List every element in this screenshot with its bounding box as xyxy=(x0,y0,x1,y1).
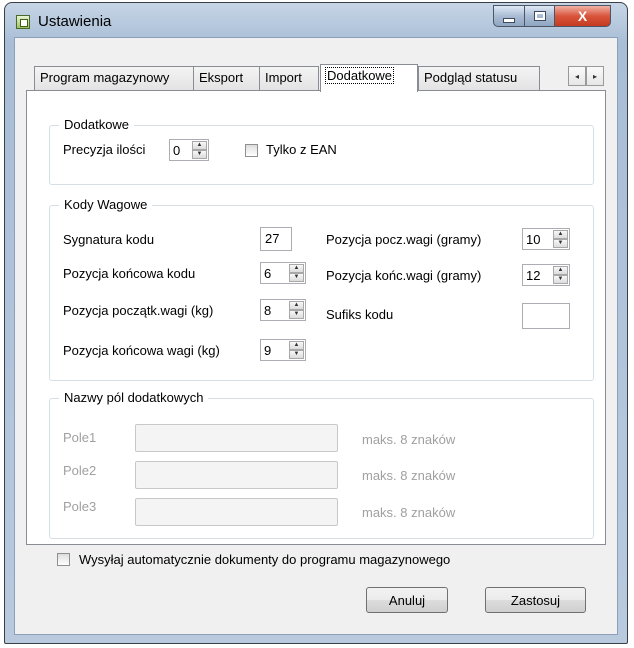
poz-konc-kodu-value: 6 xyxy=(264,266,272,281)
tab-label: Dodatkowe xyxy=(324,67,395,84)
spin-down-icon[interactable]: ▼ xyxy=(553,275,568,284)
pole1-label: Pole1 xyxy=(63,430,97,445)
spin-down-icon[interactable]: ▼ xyxy=(289,350,304,359)
sygnatura-input[interactable]: 27 xyxy=(260,227,292,251)
sufiks-label: Sufiks kodu xyxy=(326,307,394,322)
spin-down-icon[interactable]: ▼ xyxy=(192,150,207,159)
tab-dodatkowe[interactable]: Dodatkowe xyxy=(320,64,418,92)
spin-up-icon[interactable]: ▲ xyxy=(553,230,568,239)
tab-eksport[interactable]: Eksport xyxy=(193,66,260,90)
poz-konc-wagi-kg-stepper[interactable]: 9 ▲ ▼ xyxy=(260,339,306,361)
pole2-hint: maks. 8 znaków xyxy=(362,468,456,483)
close-icon: X xyxy=(577,8,588,24)
apply-button[interactable]: Zastosuj xyxy=(485,587,586,613)
poz-konc-wagi-g-value: 12 xyxy=(526,268,541,283)
minimize-button[interactable] xyxy=(493,5,525,27)
minimize-icon xyxy=(503,17,515,23)
group-kody-wagowe: Kody Wagowe Sygnatura kodu 27 Pozycja ko… xyxy=(49,197,594,381)
chevron-right-icon: ▸ xyxy=(592,71,597,81)
poz-pocz-wagi-g-stepper[interactable]: 10 ▲ ▼ xyxy=(522,228,570,250)
spin-up-icon[interactable]: ▲ xyxy=(289,301,304,310)
group-title: Dodatkowe xyxy=(59,117,135,132)
poz-konc-kodu-label: Pozycja końcowa kodu xyxy=(63,266,196,281)
pole3-hint: maks. 8 znaków xyxy=(362,505,456,520)
app-icon xyxy=(16,15,30,29)
spin-down-icon[interactable]: ▼ xyxy=(289,273,304,282)
pole1-hint: maks. 8 znaków xyxy=(362,432,456,447)
poz-konc-wagi-kg-label: Pozycja końcowa wagi (kg) xyxy=(63,343,220,358)
precyzja-label: Precyzja ilości xyxy=(63,142,146,157)
sygnatura-label: Sygnatura kodu xyxy=(63,232,155,247)
group-nazwy-pol: Nazwy pól dodatkowych Pole1 maks. 8 znak… xyxy=(49,390,594,539)
spin-up-icon[interactable]: ▲ xyxy=(289,341,304,350)
maximize-button[interactable] xyxy=(524,5,555,27)
poz-pocz-wagi-kg-stepper[interactable]: 8 ▲ ▼ xyxy=(260,299,306,321)
poz-konc-wagi-g-stepper[interactable]: 12 ▲ ▼ xyxy=(522,264,570,286)
chevron-left-icon: ◂ xyxy=(574,71,579,81)
poz-konc-wagi-kg-value: 9 xyxy=(264,343,272,358)
tab-import[interactable]: Import xyxy=(259,66,319,90)
tab-panel-dodatkowe: Dodatkowe Precyzja ilości 0 ▲ ▼ Tylko z E… xyxy=(26,90,606,545)
title-bar[interactable]: Ustawienia X xyxy=(5,3,627,37)
window-title: Ustawienia xyxy=(38,13,112,30)
tab-label: Eksport xyxy=(199,70,244,85)
pole2-label: Pole2 xyxy=(63,463,97,478)
spin-down-icon[interactable]: ▼ xyxy=(289,310,304,319)
tab-label: Program magazynowy xyxy=(40,70,170,85)
poz-konc-kodu-stepper[interactable]: 6 ▲ ▼ xyxy=(260,262,306,284)
spin-up-icon[interactable]: ▲ xyxy=(289,264,304,273)
precyzja-value: 0 xyxy=(173,143,181,158)
tab-program-magazynowy[interactable]: Program magazynowy xyxy=(34,66,194,90)
spin-down-icon[interactable]: ▼ xyxy=(553,239,568,248)
close-button[interactable]: X xyxy=(554,5,611,27)
spin-up-icon[interactable]: ▲ xyxy=(553,266,568,275)
tylko-ean-checkbox[interactable] xyxy=(245,144,258,157)
precyzja-stepper[interactable]: 0 ▲ ▼ xyxy=(169,139,209,161)
poz-pocz-wagi-kg-value: 8 xyxy=(264,303,272,318)
pole3-input[interactable] xyxy=(135,498,338,526)
poz-pocz-wagi-kg-label: Pozycja początk.wagi (kg) xyxy=(63,303,214,318)
tab-scroll-right-button[interactable]: ▸ xyxy=(586,66,604,86)
pole1-input[interactable] xyxy=(135,424,338,452)
poz-konc-wagi-g-label: Pozycja końc.wagi (gramy) xyxy=(326,268,482,283)
poz-pocz-wagi-g-value: 10 xyxy=(526,232,541,247)
group-title: Kody Wagowe xyxy=(59,197,153,212)
tylko-ean-label: Tylko z EAN xyxy=(266,142,337,157)
tab-label: Podgląd statusu xyxy=(424,70,518,85)
pole3-label: Pole3 xyxy=(63,499,97,514)
auto-send-label: Wysyłaj automatycznie dokumenty do progr… xyxy=(79,552,451,567)
poz-pocz-wagi-g-label: Pozycja pocz.wagi (gramy) xyxy=(326,232,482,247)
auto-send-checkbox[interactable] xyxy=(57,553,70,566)
maximize-icon xyxy=(533,11,546,21)
tab-label: Import xyxy=(265,70,302,85)
spin-up-icon[interactable]: ▲ xyxy=(192,141,207,150)
cancel-button[interactable]: Anuluj xyxy=(366,587,448,613)
tab-scroll-left-button[interactable]: ◂ xyxy=(568,66,586,86)
group-title: Nazwy pól dodatkowych xyxy=(59,390,209,405)
sufiks-input[interactable] xyxy=(522,303,570,329)
pole2-input[interactable] xyxy=(135,461,338,489)
tab-podglad-statusu[interactable]: Podgląd statusu xyxy=(418,66,540,90)
group-dodatkowe: Dodatkowe Precyzja ilości 0 ▲ ▼ Tylko z E… xyxy=(49,117,594,185)
